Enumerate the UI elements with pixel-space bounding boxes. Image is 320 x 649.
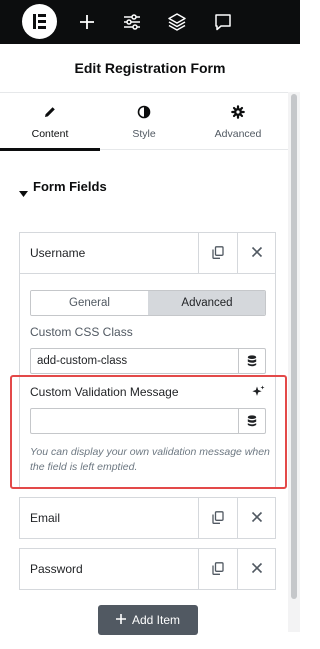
half-circle-icon: [137, 105, 151, 119]
pencil-icon: [43, 105, 57, 119]
remove-button[interactable]: [237, 233, 276, 273]
remove-button[interactable]: [237, 549, 276, 589]
plus-icon[interactable]: [76, 11, 98, 33]
plus-icon: [115, 613, 127, 628]
segment-general[interactable]: General: [31, 291, 148, 315]
css-class-input[interactable]: add-custom-class: [30, 348, 266, 374]
duplicate-button[interactable]: [198, 498, 237, 538]
css-class-value: add-custom-class: [37, 355, 128, 367]
panel-tabs: Content Style Advanced: [0, 92, 288, 151]
dynamic-tags-button[interactable]: [238, 349, 265, 373]
segment-advanced[interactable]: Advanced: [148, 291, 265, 315]
remove-button[interactable]: [237, 498, 276, 538]
chat-bubble-icon[interactable]: [212, 11, 234, 33]
section-title: Form Fields: [33, 179, 107, 194]
tab-advanced-label: Advanced: [214, 128, 262, 140]
tab-advanced[interactable]: Advanced: [188, 93, 288, 150]
caret-down-icon: [19, 184, 28, 202]
dynamic-tags-button[interactable]: [238, 409, 265, 433]
item-label: Username: [30, 246, 86, 260]
database-icon: [247, 355, 257, 367]
scrollbar-thumb[interactable]: [291, 94, 297, 599]
layers-icon[interactable]: [166, 11, 188, 33]
copy-icon: [212, 562, 224, 575]
database-icon: [247, 415, 257, 427]
item-label: Email: [30, 511, 61, 525]
gear-icon: [231, 105, 245, 119]
tab-content[interactable]: Content: [0, 93, 100, 151]
sliders-icon[interactable]: [121, 11, 143, 33]
top-toolbar: [0, 0, 300, 44]
validation-message-input[interactable]: [30, 408, 266, 434]
elementor-logo-icon[interactable]: [22, 4, 57, 39]
validation-hint-text: You can display your own validation mess…: [30, 446, 270, 473]
css-class-label: Custom CSS Class: [30, 325, 133, 339]
duplicate-button[interactable]: [198, 233, 237, 273]
repeater-item-password[interactable]: Password: [19, 548, 276, 590]
close-icon: [251, 246, 263, 258]
panel-title: Edit Registration Form: [74, 60, 226, 76]
close-icon: [251, 511, 263, 523]
add-item-button[interactable]: Add Item: [98, 605, 198, 635]
general-advanced-switcher: General Advanced: [30, 290, 266, 316]
tab-content-label: Content: [31, 128, 69, 140]
repeater-item-username[interactable]: Username: [19, 232, 276, 274]
close-icon: [251, 562, 263, 574]
validation-message-label: Custom Validation Message: [30, 385, 179, 399]
add-item-label: Add Item: [132, 613, 181, 627]
repeater-item-email[interactable]: Email: [19, 497, 276, 539]
copy-icon: [212, 246, 224, 259]
copy-icon: [212, 511, 224, 524]
item-label: Password: [30, 562, 83, 576]
sparkle-ai-icon[interactable]: [252, 385, 265, 403]
tab-style-label: Style: [132, 128, 156, 140]
tab-style[interactable]: Style: [100, 93, 188, 150]
panel-scrollbar[interactable]: [288, 92, 300, 632]
duplicate-button[interactable]: [198, 549, 237, 589]
